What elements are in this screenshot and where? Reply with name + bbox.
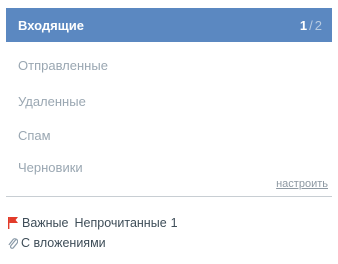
filter-important-link[interactable]: Важные <box>22 216 69 230</box>
inbox-unread-count: 1 <box>299 17 308 33</box>
setup-folders-link[interactable]: настроить <box>276 178 328 190</box>
filter-unread-link[interactable]: Непрочитанные <box>75 216 167 230</box>
flag-icon <box>8 217 18 229</box>
filter-attachments-link[interactable]: С вложениями <box>21 236 106 250</box>
filter-unread-count: 1 <box>170 216 178 230</box>
folder-spam-label: Спам <box>18 127 51 143</box>
divider <box>6 196 332 197</box>
filter-row-attachments: С вложениями <box>8 234 106 252</box>
inbox-total-count: 2 <box>314 17 322 33</box>
folder-inbox[interactable]: Входящие 1 / 2 <box>6 8 332 42</box>
folder-deleted-label: Удаленные <box>18 93 86 109</box>
folder-inbox-label: Входящие <box>18 17 84 33</box>
folder-spam[interactable]: Спам <box>6 118 332 152</box>
folder-deleted[interactable]: Удаленные <box>6 84 332 118</box>
inbox-count-separator: / <box>309 17 313 33</box>
folder-sent-label: Отправленные <box>18 57 108 73</box>
folder-sent[interactable]: Отправленные <box>6 48 332 82</box>
folder-drafts-label: Черновики <box>18 159 83 175</box>
inbox-counter: 1 / 2 <box>300 8 322 42</box>
paperclip-icon <box>8 238 18 249</box>
filter-row-important: Важные Непрочитанные 1 <box>8 214 178 232</box>
folder-list: Входящие 1 / 2 Отправленные Удаленные Сп… <box>0 0 338 264</box>
